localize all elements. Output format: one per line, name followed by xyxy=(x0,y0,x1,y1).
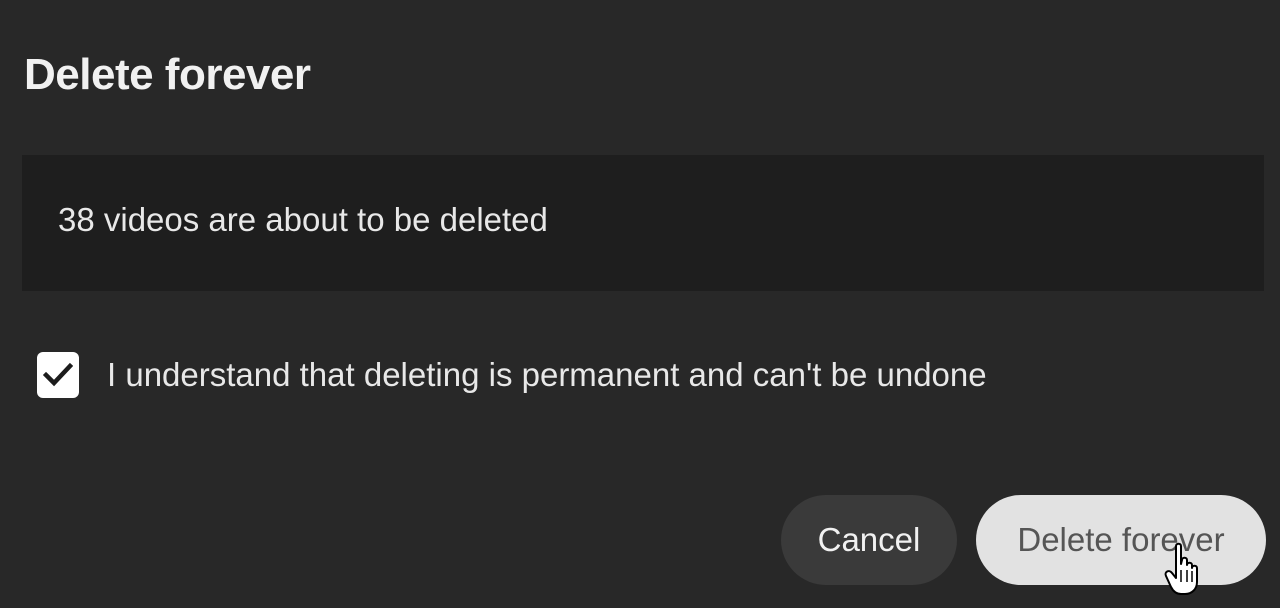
checkmark-icon xyxy=(43,362,73,387)
confirm-label: I understand that deleting is permanent … xyxy=(107,356,987,393)
message-box: 38 videos are about to be deleted xyxy=(22,155,1264,291)
cancel-button[interactable]: Cancel xyxy=(781,495,957,585)
confirm-checkbox-row[interactable]: I understand that deleting is permanent … xyxy=(37,350,987,400)
delete-count-message: 38 videos are about to be deleted xyxy=(58,201,548,238)
delete-forever-button[interactable]: Delete forever xyxy=(976,495,1266,585)
delete-dialog: Delete forever 38 videos are about to be… xyxy=(0,0,1280,608)
confirm-checkbox[interactable] xyxy=(37,352,79,398)
hand-pointer-icon xyxy=(1164,542,1198,595)
dialog-title: Delete forever xyxy=(24,50,311,99)
